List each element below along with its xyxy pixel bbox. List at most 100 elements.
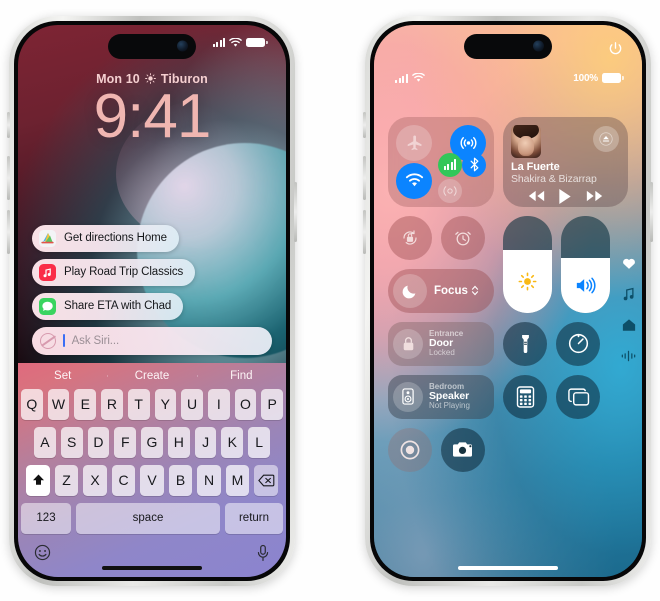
numbers-key[interactable]: 123 xyxy=(21,502,71,534)
key-r[interactable]: R xyxy=(101,388,123,420)
key-v[interactable]: V xyxy=(140,464,164,496)
camera-button[interactable] xyxy=(441,427,485,472)
rotation-lock-icon xyxy=(403,229,417,245)
key-n[interactable]: N xyxy=(197,464,221,496)
heart-icon[interactable] xyxy=(622,257,636,270)
key-f[interactable]: F xyxy=(114,426,137,458)
siri-suggestion-messages[interactable]: Share ETA with Chad xyxy=(32,292,184,320)
airplane-mode-button[interactable] xyxy=(396,124,432,161)
return-key[interactable]: return xyxy=(225,502,283,534)
siri-suggestion-directions[interactable]: Get directions Home xyxy=(32,224,179,252)
key-i[interactable]: I xyxy=(207,388,230,420)
rewind-icon[interactable] xyxy=(528,190,545,202)
shift-key[interactable] xyxy=(26,464,50,496)
key-o[interactable]: O xyxy=(234,388,257,420)
volume-slider[interactable] xyxy=(561,215,610,313)
dynamic-island[interactable] xyxy=(464,33,552,59)
key-m[interactable]: M xyxy=(225,464,250,496)
key-t[interactable]: T xyxy=(127,388,150,420)
suggestion-set[interactable]: Set xyxy=(18,370,107,382)
key-d[interactable]: D xyxy=(87,426,110,458)
ask-siri-placeholder: Ask Siri... xyxy=(71,334,120,347)
play-icon[interactable] xyxy=(558,188,572,205)
airdrop-icon xyxy=(459,137,477,149)
status-bar-left xyxy=(395,73,425,84)
fast-forward-icon[interactable] xyxy=(586,190,603,202)
key-u[interactable]: U xyxy=(181,388,203,420)
key-k[interactable]: K xyxy=(221,426,244,458)
key-z[interactable]: Z xyxy=(54,464,79,496)
screen-mirroring-button[interactable] xyxy=(556,374,600,419)
cellular-bars-icon xyxy=(443,159,457,170)
key-j[interactable]: J xyxy=(194,426,217,458)
maps-app-icon xyxy=(39,229,56,247)
connectivity-page-icon[interactable] xyxy=(621,349,636,363)
orientation-lock-button[interactable] xyxy=(388,215,432,260)
silence-switch[interactable] xyxy=(363,111,366,138)
screen-record-button[interactable] xyxy=(388,427,432,472)
key-l[interactable]: L xyxy=(248,426,271,458)
key-a[interactable]: A xyxy=(33,426,56,458)
flashlight-button[interactable] xyxy=(503,321,547,366)
wifi-button[interactable] xyxy=(396,162,432,199)
power-button-icon[interactable] xyxy=(608,41,623,56)
key-p[interactable]: P xyxy=(261,388,284,420)
key-s[interactable]: S xyxy=(60,426,83,458)
power-button[interactable] xyxy=(294,181,297,242)
volume-down-button[interactable] xyxy=(7,209,10,254)
power-button[interactable] xyxy=(650,181,653,242)
airplane-icon xyxy=(407,135,422,151)
status-bar-right xyxy=(212,37,268,48)
home-tile-door[interactable]: Entrance Door Locked xyxy=(388,321,494,366)
home-house-icon[interactable] xyxy=(622,318,636,332)
music-note-icon[interactable] xyxy=(622,287,635,301)
microphone-icon[interactable] xyxy=(256,544,270,562)
key-g[interactable]: G xyxy=(141,426,163,458)
suggestion-find[interactable]: Find xyxy=(196,370,286,382)
silence-switch[interactable] xyxy=(7,111,10,138)
emoji-smiley-icon[interactable] xyxy=(34,544,51,561)
timer-button[interactable] xyxy=(556,321,600,366)
key-h[interactable]: H xyxy=(167,426,190,458)
personal-hotspot-button[interactable] xyxy=(438,178,462,203)
volume-down-button[interactable] xyxy=(363,209,366,254)
front-camera-icon xyxy=(533,40,544,52)
home-indicator[interactable] xyxy=(102,565,202,570)
home-tile-text: Bedroom Speaker Not Playing xyxy=(429,383,470,410)
airplay-icon xyxy=(599,131,613,146)
volume-up-button[interactable] xyxy=(363,155,366,200)
cellular-data-button[interactable] xyxy=(438,152,462,177)
siri-suggestion-music[interactable]: Play Road Trip Classics xyxy=(32,258,196,286)
sun-icon xyxy=(518,272,537,291)
bluetooth-button[interactable] xyxy=(462,152,486,177)
alarm-button[interactable] xyxy=(441,215,485,260)
key-c[interactable]: C xyxy=(111,464,136,496)
brightness-slider[interactable] xyxy=(503,215,552,313)
cc-row-home-door: Entrance Door Locked xyxy=(388,321,628,366)
dynamic-island[interactable] xyxy=(108,33,196,59)
siri-suggestions-list: Get directions Home Play Road Trip Class… xyxy=(32,224,272,355)
key-b[interactable]: B xyxy=(168,464,193,496)
now-playing-module[interactable]: La Fuerte Shakira & Bizarrap xyxy=(503,116,628,207)
airplay-button[interactable] xyxy=(593,125,619,152)
speaker-wave-icon xyxy=(576,277,596,294)
space-key[interactable]: space xyxy=(76,502,220,534)
key-x[interactable]: X xyxy=(83,464,107,496)
key-w[interactable]: W xyxy=(47,388,70,420)
backspace-key[interactable] xyxy=(254,464,278,496)
ask-siri-input[interactable]: Ask Siri... xyxy=(32,326,272,355)
connectivity-module[interactable] xyxy=(388,116,494,207)
key-e[interactable]: E xyxy=(74,388,97,420)
home-tile-speaker[interactable]: Bedroom Speaker Not Playing xyxy=(388,374,494,419)
focus-button[interactable]: Focus xyxy=(388,268,494,313)
suggestion-create[interactable]: Create xyxy=(107,370,196,382)
key-q[interactable]: Q xyxy=(20,388,43,420)
keyboard-row-3: Z X C V B N M xyxy=(18,464,286,496)
calculator-button[interactable] xyxy=(503,374,547,419)
home-indicator[interactable] xyxy=(458,565,558,570)
now-playing-title: La Fuerte xyxy=(511,160,560,173)
cc-row-top: La Fuerte Shakira & Bizarrap xyxy=(388,116,628,207)
key-y[interactable]: Y xyxy=(154,388,177,420)
control-center-grid: La Fuerte Shakira & Bizarrap Focus Entra… xyxy=(388,116,628,481)
volume-up-button[interactable] xyxy=(7,155,10,200)
